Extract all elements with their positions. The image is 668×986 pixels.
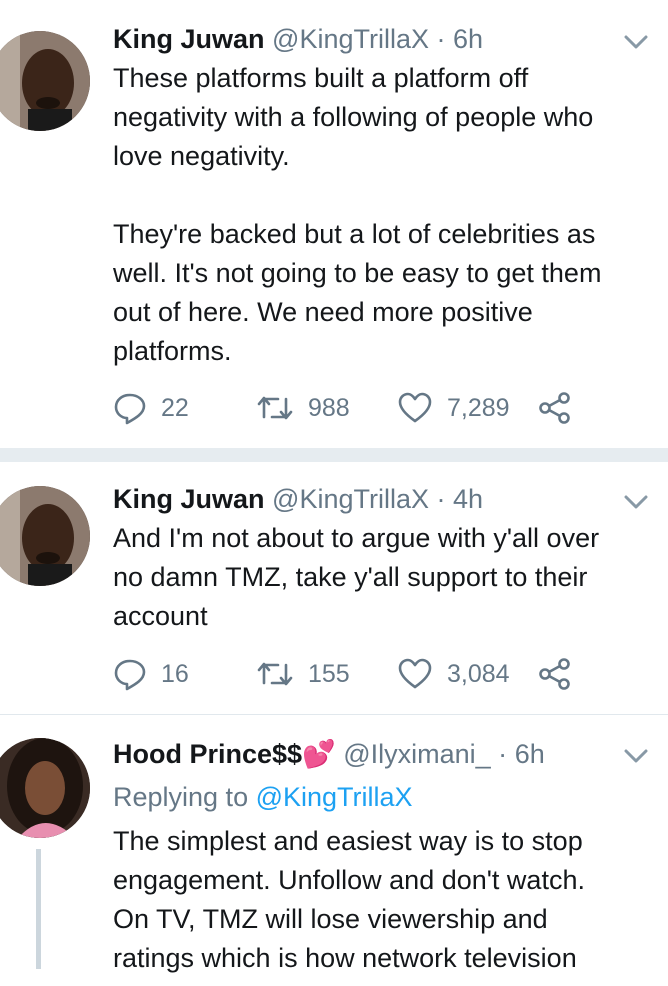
timestamp[interactable]: 4h [453,484,483,514]
heart-icon [398,658,432,689]
avatar[interactable] [0,31,90,131]
tweet-text: These platforms built a platform off neg… [113,63,602,366]
tweet-header: King Juwan @KingTrillaX · 4h [113,482,483,516]
tweet-text: And I'm not about to argue with y'all ov… [113,523,600,631]
retweet-count: 988 [308,393,350,422]
tweet-2[interactable]: King Juwan @KingTrillaX · 4h And I'm not… [0,462,668,714]
author-handle[interactable]: @KingTrillaX [272,484,429,514]
avatar[interactable] [0,738,90,838]
avatar-photo [0,738,90,838]
reply-count: 22 [161,393,189,422]
chevron-down-icon[interactable] [622,746,650,766]
timestamp[interactable]: 6h [453,24,483,54]
like-count: 7,289 [447,393,510,422]
heart-icon [398,392,432,423]
author-handle[interactable]: @KingTrillaX [272,24,429,54]
avatar-photo [0,31,90,131]
chevron-down-icon[interactable] [622,492,650,512]
thread-line [36,849,41,969]
heart-emoji: 💕 [302,739,336,769]
reply-button[interactable]: 16 [113,656,189,692]
section-divider [0,448,668,462]
retweet-icon [257,396,293,420]
replying-to-label: Replying to [113,782,249,812]
separator-dot: · [436,484,446,514]
chevron-down-icon[interactable] [622,32,650,52]
share-button[interactable] [538,656,572,692]
retweet-count: 155 [308,659,350,688]
reply-icon [114,393,146,425]
share-icon [539,658,570,690]
like-count: 3,084 [447,659,510,688]
author-name[interactable]: King Juwan [113,484,265,514]
tweet-header: King Juwan @KingTrillaX · 6h [113,22,483,56]
replying-to: Replying to @KingTrillaX [113,780,413,814]
author-handle[interactable]: @Ilyximani_ [343,739,490,769]
author-name[interactable]: Hood Prince$$💕 [113,739,336,769]
share-button[interactable] [538,390,572,426]
retweet-button[interactable]: 155 [256,656,350,692]
reply-icon [114,659,146,691]
timestamp[interactable]: 6h [515,739,545,769]
separator-dot: · [436,24,446,54]
retweet-button[interactable]: 988 [256,390,350,426]
reply-button[interactable]: 22 [113,390,189,426]
share-icon [539,392,570,424]
tweet-3[interactable]: Hood Prince$$💕 @Ilyximani_ · 6h Replying… [0,715,668,986]
like-button[interactable]: 7,289 [397,390,510,426]
avatar-photo [0,486,90,586]
like-button[interactable]: 3,084 [397,656,510,692]
reply-count: 16 [161,659,189,688]
mention-link[interactable]: @KingTrillaX [256,782,413,812]
tweet-actions: 16 155 3,084 [113,656,583,692]
avatar[interactable] [0,486,90,586]
retweet-icon [257,662,293,686]
author-name[interactable]: King Juwan [113,24,265,54]
tweet-text: The simplest and easiest way is to stop … [113,826,585,973]
tweet-header: Hood Prince$$💕 @Ilyximani_ · 6h [113,737,545,771]
tweet-1[interactable]: King Juwan @KingTrillaX · 6h These platf… [0,0,668,448]
tweet-actions: 22 988 7,289 [113,390,583,426]
separator-dot: · [498,739,508,769]
